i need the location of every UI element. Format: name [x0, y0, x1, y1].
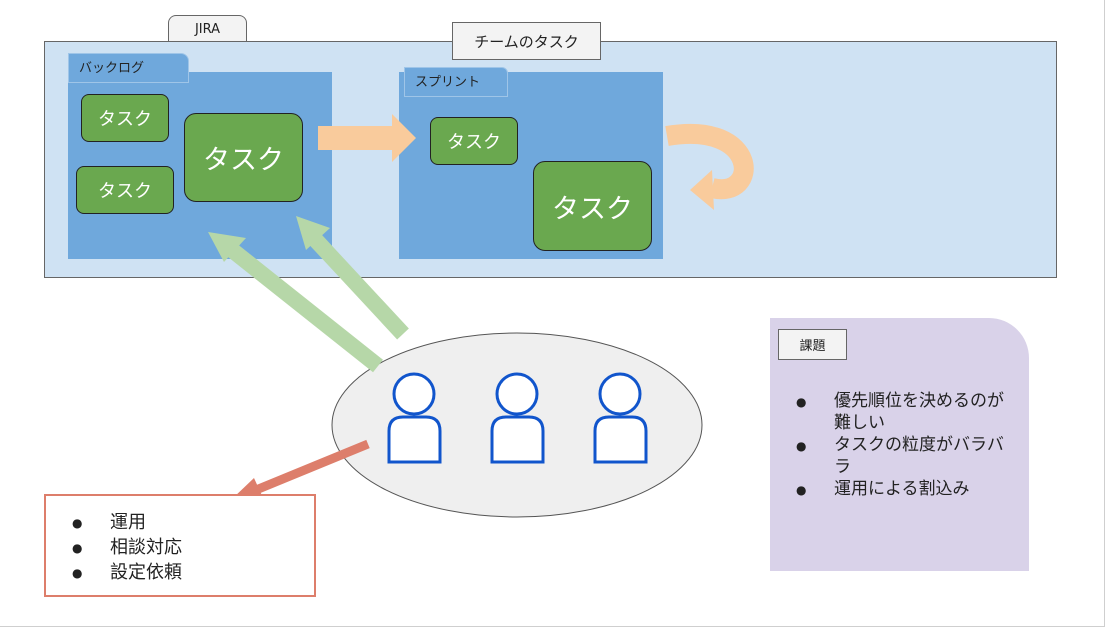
request-item: 設定依頼	[72, 560, 302, 586]
green-arrow-1-shaft	[227, 243, 383, 373]
request-item: 運用	[72, 510, 302, 536]
issue-item: 優先順位を決めるのが難しい	[796, 390, 1016, 434]
person-icon	[490, 372, 545, 464]
backlog-to-sprint-arrow	[318, 114, 416, 162]
person-icon	[593, 372, 648, 464]
issue-item: タスクの粒度がバラバラ	[796, 434, 1016, 478]
requests-list: 運用 相談対応 設定依頼	[72, 510, 302, 586]
issues-label: 課題	[778, 329, 847, 360]
sprint-loop-arrow-head	[690, 170, 714, 210]
issues-list: 優先順位を決めるのが難しい タスクの粒度がバラバラ 運用による割込み	[796, 390, 1016, 501]
red-arrow-shaft	[254, 439, 370, 495]
request-item: 相談対応	[72, 535, 302, 561]
issue-item: 運用による割込み	[796, 478, 1016, 501]
person-icon	[387, 372, 442, 464]
